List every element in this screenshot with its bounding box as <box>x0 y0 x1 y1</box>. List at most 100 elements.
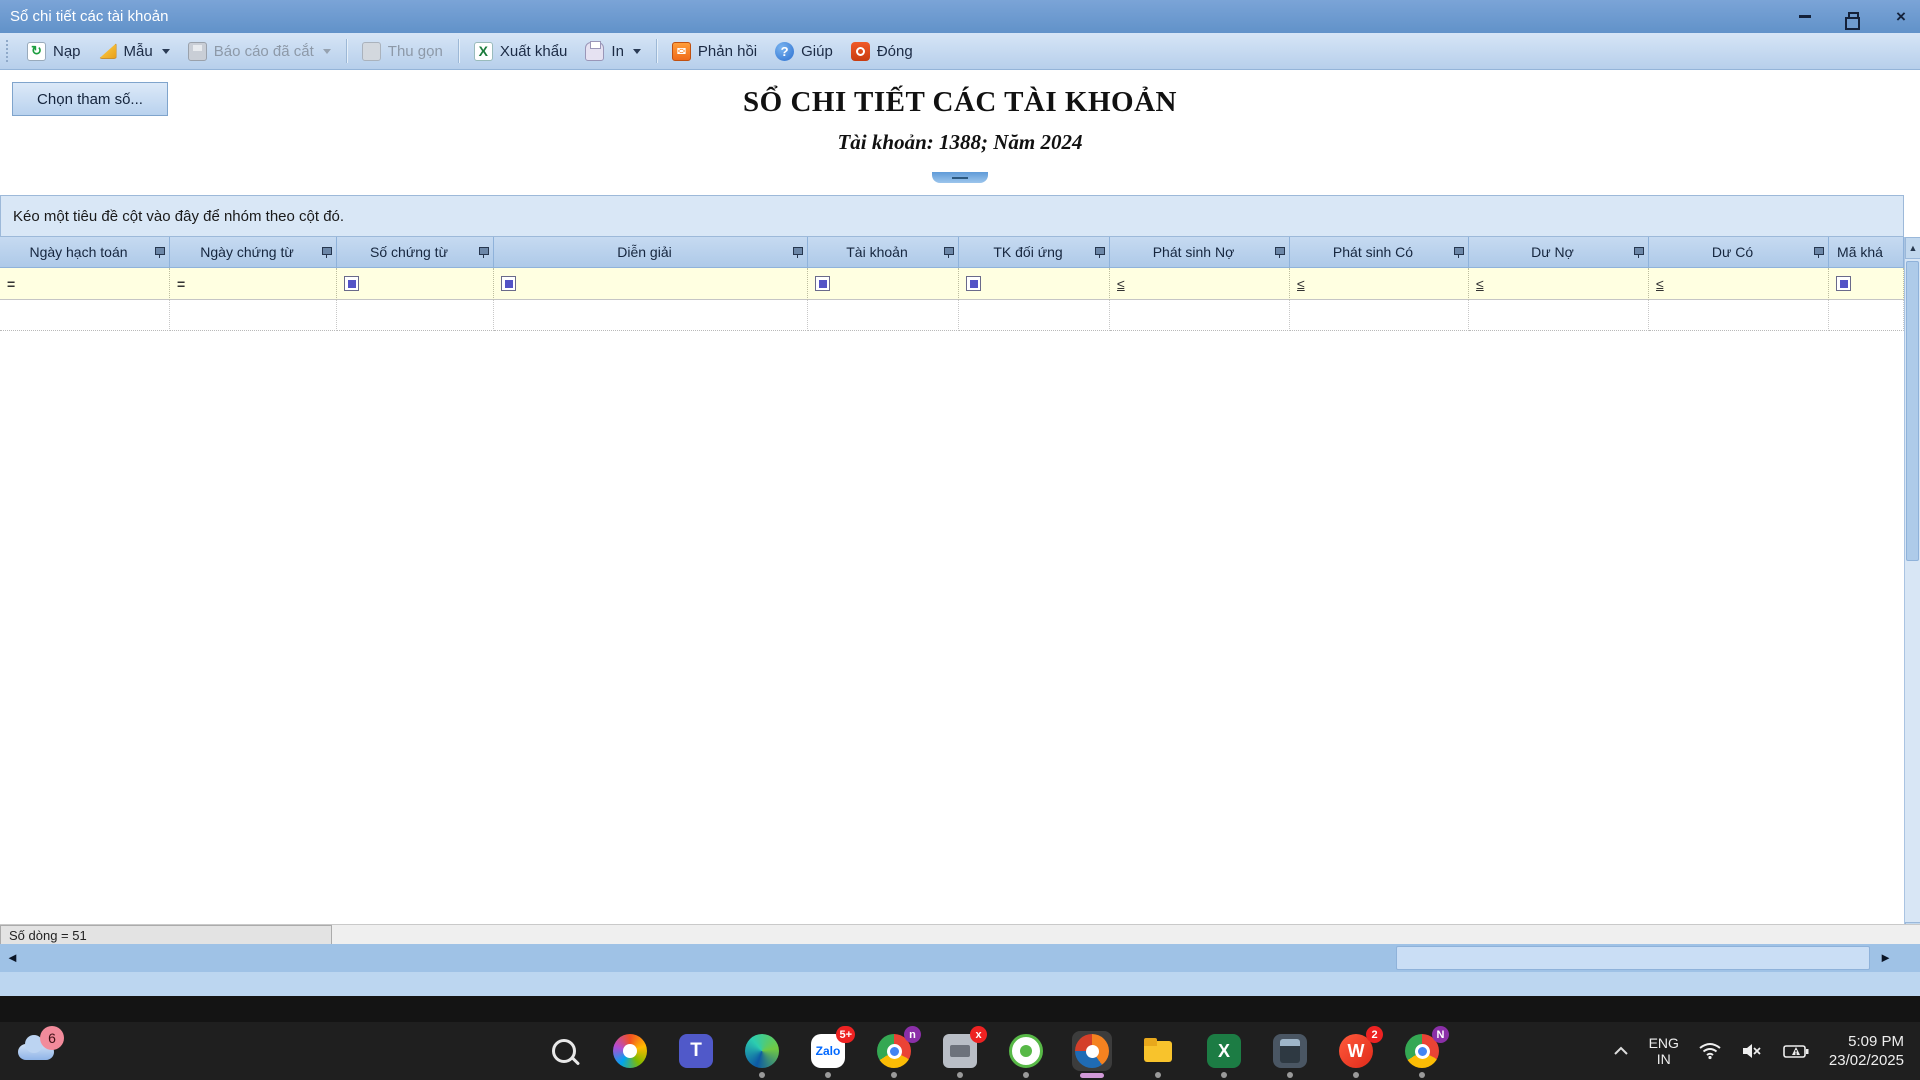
column-header-10[interactable]: Dư Có <box>1649 237 1829 268</box>
scroll-right-button[interactable]: ► <box>1879 950 1892 965</box>
report-subtitle: Tài khoản: 1388; Năm 2024 <box>0 130 1920 155</box>
toolbar-button-giúp[interactable]: ?Giúp <box>766 38 842 65</box>
minimize-button[interactable] <box>1792 5 1818 29</box>
column-header-6[interactable]: TK đối ứng <box>959 237 1110 268</box>
start-icon[interactable] <box>478 1031 518 1071</box>
horizontal-scroll-thumb[interactable] <box>1396 946 1870 970</box>
pin-column-icon[interactable] <box>1275 246 1284 258</box>
restore-button[interactable] <box>1840 5 1866 29</box>
pin-column-icon[interactable] <box>1454 246 1463 258</box>
filter-operator-le[interactable]: ≤ <box>1476 276 1484 292</box>
clock-time: 5:09 PM <box>1829 1032 1904 1051</box>
column-header-11[interactable]: Mã khá <box>1829 237 1904 268</box>
filter-cell-6[interactable] <box>959 268 1110 300</box>
tray-chevron-icon[interactable] <box>1613 1046 1629 1056</box>
filter-cell-2[interactable]: = <box>170 268 337 300</box>
column-header-4[interactable]: Diễn giải <box>494 237 808 268</box>
cell-empty <box>1829 300 1904 331</box>
filter-cell-11[interactable] <box>1829 268 1904 300</box>
filter-button-icon[interactable] <box>501 276 516 291</box>
vertical-scrollbar[interactable]: ▲ ▼ <box>1904 237 1920 944</box>
excel-icon[interactable]: X <box>1204 1031 1244 1071</box>
column-header-7[interactable]: Phát sinh Nợ <box>1110 237 1290 268</box>
edge-icon[interactable] <box>742 1031 782 1071</box>
pin-column-icon[interactable] <box>322 246 331 258</box>
misa-amis-icon[interactable] <box>1072 1031 1112 1071</box>
filter-button-icon[interactable] <box>815 276 830 291</box>
group-by-hint: Kéo một tiêu đề cột vào đây để nhóm theo… <box>13 208 344 225</box>
excel-icon: X <box>474 42 493 61</box>
toolbar-button-in[interactable]: In <box>576 38 650 65</box>
pin-column-icon[interactable] <box>944 246 953 258</box>
pin-column-icon[interactable] <box>793 246 802 258</box>
wifi-icon[interactable] <box>1699 1042 1721 1060</box>
filter-cell-10[interactable]: ≤ <box>1649 268 1829 300</box>
search-icon[interactable] <box>544 1031 584 1071</box>
filter-operator-le[interactable]: ≤ <box>1656 276 1664 292</box>
chrome-icon[interactable]: n <box>874 1031 914 1071</box>
language-indicator[interactable]: ENG IN <box>1649 1035 1679 1067</box>
filter-operator-eq[interactable]: = <box>177 276 185 292</box>
close-button[interactable]: × <box>1888 5 1914 29</box>
column-header-1[interactable]: Ngày hạch toán <box>0 237 170 268</box>
filter-cell-4[interactable] <box>494 268 808 300</box>
pin-column-icon[interactable] <box>1634 246 1643 258</box>
filter-button-icon[interactable] <box>1836 276 1851 291</box>
toolbar-button-label: Phản hồi <box>698 43 757 60</box>
printer-icon <box>585 42 604 61</box>
clock[interactable]: 5:09 PM 23/02/2025 <box>1829 1032 1904 1070</box>
filter-operator-le[interactable]: ≤ <box>1117 276 1125 292</box>
column-header-3[interactable]: Số chứng từ <box>337 237 494 268</box>
filter-operator-le[interactable]: ≤ <box>1297 276 1305 292</box>
language-line1: ENG <box>1649 1035 1679 1051</box>
toolbar-button-đóng[interactable]: Đóng <box>842 38 922 65</box>
copilot-icon[interactable] <box>610 1031 650 1071</box>
column-header-label: Số chứng từ <box>370 244 448 260</box>
teams-icon-glyph: T <box>679 1034 713 1068</box>
cell-empty <box>808 300 959 331</box>
calculator-icon-glyph <box>1273 1034 1307 1068</box>
running-indicator <box>1221 1072 1227 1078</box>
file-explorer-icon[interactable] <box>1138 1031 1178 1071</box>
filter-cell-3[interactable] <box>337 268 494 300</box>
filter-cell-9[interactable]: ≤ <box>1469 268 1649 300</box>
empty-row[interactable] <box>0 300 1904 331</box>
pin-column-icon[interactable] <box>1095 246 1104 258</box>
column-header-9[interactable]: Dư Nợ <box>1469 237 1649 268</box>
filter-cell-7[interactable]: ≤ <box>1110 268 1290 300</box>
toolbar-button-nạp[interactable]: ↻Nạp <box>18 38 90 65</box>
volume-muted-icon[interactable] <box>1741 1042 1763 1060</box>
wps-icon[interactable]: W2 <box>1336 1031 1376 1071</box>
coccoc-icon[interactable] <box>1006 1031 1046 1071</box>
filter-button-icon[interactable] <box>344 276 359 291</box>
group-by-bar[interactable]: Kéo một tiêu đề cột vào đây để nhóm theo… <box>0 195 1904 237</box>
fax-printer-icon[interactable]: x <box>940 1031 980 1071</box>
toolbar-button-mẫu[interactable]: Mẫu <box>90 39 179 64</box>
calculator-icon[interactable] <box>1270 1031 1310 1071</box>
battery-warning-icon[interactable] <box>1783 1043 1809 1059</box>
app-badge: x <box>970 1026 987 1043</box>
column-header-8[interactable]: Phát sinh Có <box>1290 237 1469 268</box>
scroll-up-button[interactable]: ▲ <box>1905 237 1920 259</box>
filter-cell-1[interactable]: = <box>0 268 170 300</box>
pin-column-icon[interactable] <box>479 246 488 258</box>
cell-empty <box>1110 300 1290 331</box>
filter-button-icon[interactable] <box>966 276 981 291</box>
vertical-scroll-thumb[interactable] <box>1906 261 1919 561</box>
filter-cell-8[interactable]: ≤ <box>1290 268 1469 300</box>
toolbar-button-phản-hồi[interactable]: ✉Phản hồi <box>663 38 766 65</box>
toolbar-button-xuất-khẩu[interactable]: XXuất khẩu <box>465 38 577 65</box>
scroll-left-button[interactable]: ◄ <box>6 950 19 965</box>
chrome-profile-icon[interactable]: N <box>1402 1031 1442 1071</box>
pin-column-icon[interactable] <box>155 246 164 258</box>
column-header-5[interactable]: Tài khoản <box>808 237 959 268</box>
filter-cell-5[interactable] <box>808 268 959 300</box>
horizontal-scrollbar[interactable]: ◄ ► <box>0 944 1920 972</box>
teams-icon[interactable]: T <box>676 1031 716 1071</box>
collapse-splitter-handle[interactable] <box>932 172 988 183</box>
filter-operator-eq[interactable]: = <box>7 276 15 292</box>
pin-column-icon[interactable] <box>1814 246 1823 258</box>
zalo-icon[interactable]: Zalo5+ <box>808 1031 848 1071</box>
toolbar-button-báo-cáo-đã-cắt: Báo cáo đã cắt <box>179 38 340 65</box>
column-header-2[interactable]: Ngày chứng từ <box>170 237 337 268</box>
